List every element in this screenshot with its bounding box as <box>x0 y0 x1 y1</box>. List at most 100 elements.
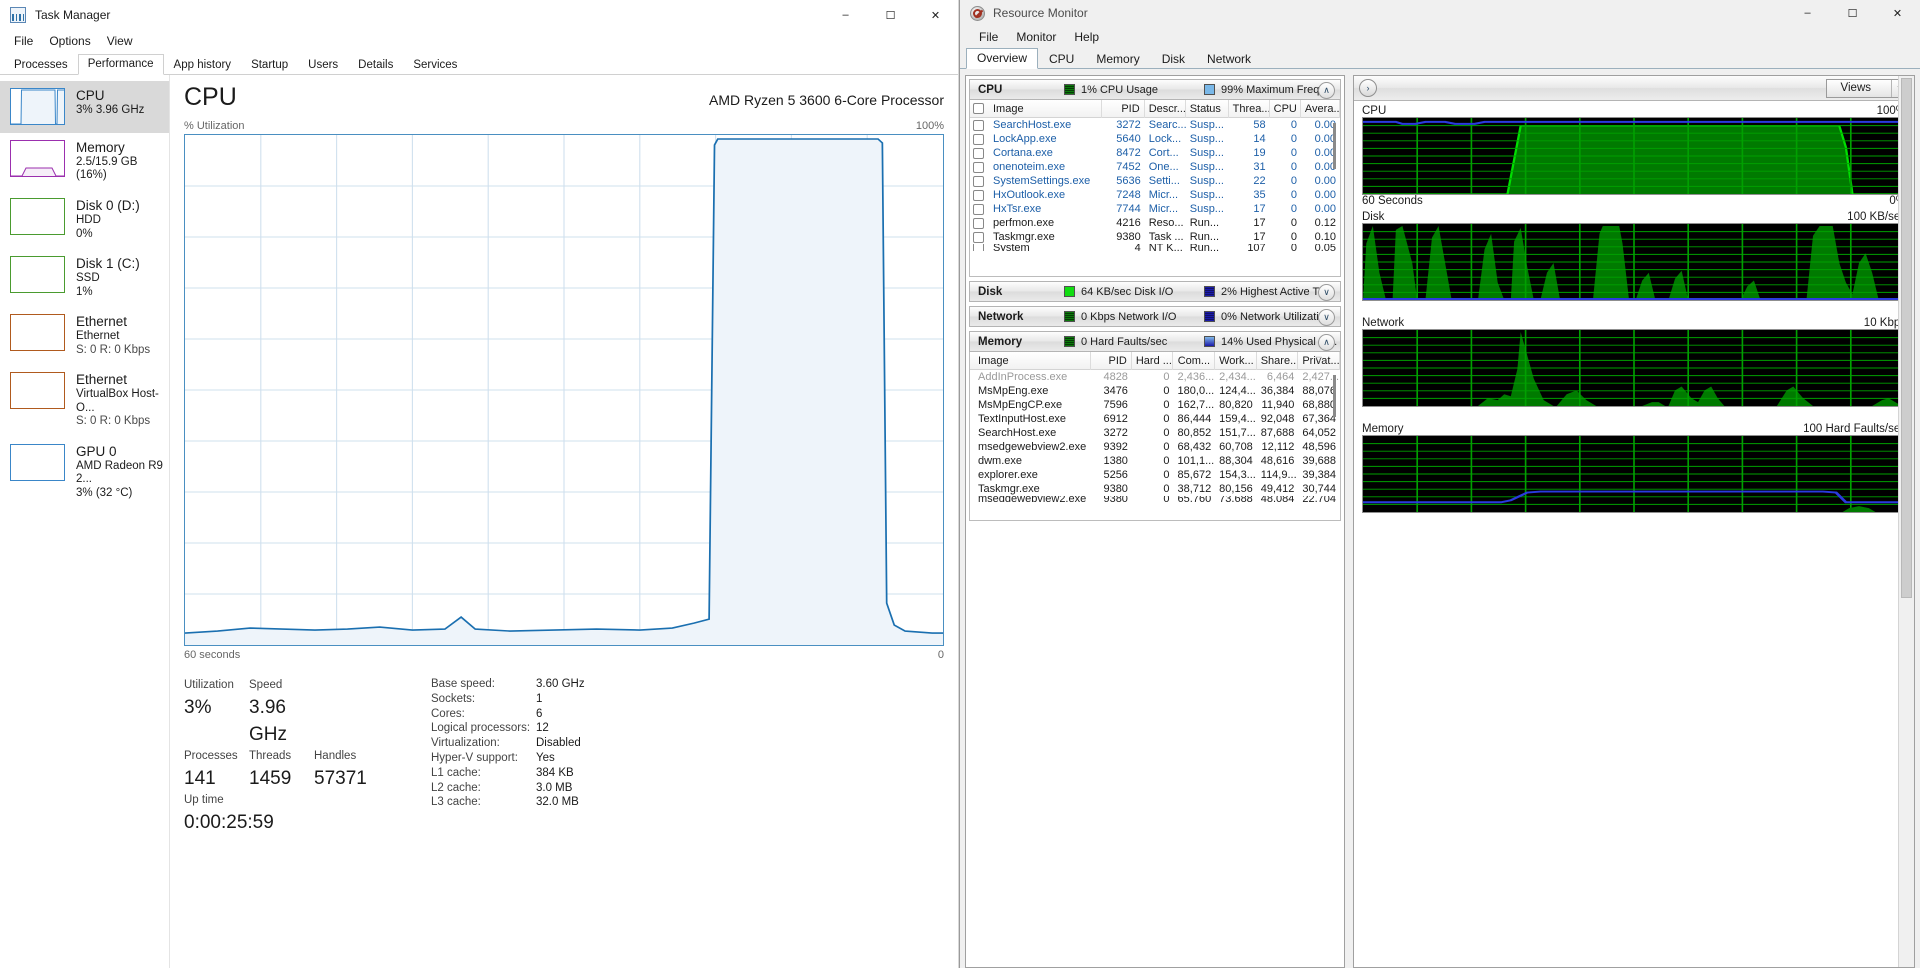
minimize-button[interactable]: – <box>823 0 868 30</box>
cell-status: Susp... <box>1189 189 1224 201</box>
scrollbar-thumb[interactable] <box>1333 375 1336 417</box>
menu-file[interactable]: File <box>970 29 1007 45</box>
cell-cpu: 0 <box>1290 189 1297 201</box>
tab-overview[interactable]: Overview <box>966 48 1039 69</box>
cell-hard-faults: 0 <box>1163 427 1170 439</box>
tab-services[interactable]: Services <box>403 55 467 75</box>
sidebar-item-sub1: VirtualBox Host-O... <box>76 388 159 414</box>
menu-options[interactable]: Options <box>41 32 98 50</box>
table-row[interactable]: explorer.exe 5256 0 85,672 154,3... 114,… <box>970 468 1340 482</box>
tab-processes[interactable]: Processes <box>4 55 78 75</box>
row-checkbox[interactable] <box>973 231 984 243</box>
cpu-specs-list: Base speed: 3.60 GHz Sockets: 1 Cores: 6 Lo… <box>431 677 585 836</box>
table-row[interactable]: perfmon.exe 4216 Reso... Run... 17 0 0.1… <box>970 216 1340 230</box>
table-row[interactable]: onenoteim.exe 7452 One... Susp... 31 0 0… <box>970 160 1340 174</box>
section-network-header[interactable]: Network 0 Kbps Network I/O 0% Network Ut… <box>969 306 1341 327</box>
tab-app-history[interactable]: App history <box>164 55 242 75</box>
table-row[interactable]: LockApp.exe 5640 Lock... Susp... 14 0 0.… <box>970 132 1340 146</box>
tab-network[interactable]: Network <box>1196 49 1262 69</box>
scrollbar-thumb[interactable] <box>1333 123 1336 169</box>
expand-panel-icon[interactable]: › <box>1359 79 1377 97</box>
chevron-down-icon[interactable]: ∨ <box>1318 309 1335 326</box>
menu-file[interactable]: File <box>6 32 41 50</box>
tab-memory[interactable]: Memory <box>1085 49 1150 69</box>
table-row[interactable]: msedgewebview2.exe 9392 0 68,432 60,708 … <box>970 440 1340 454</box>
chevron-up-icon[interactable]: ∧ <box>1318 82 1335 99</box>
row-checkbox[interactable] <box>973 161 984 173</box>
sidebar-item-ethernet-1[interactable]: Ethernet Ethernet S: 0 R: 0 Kbps <box>0 307 169 365</box>
col-pid[interactable]: PID <box>1102 99 1145 118</box>
table-row[interactable]: SearchHost.exe 3272 Searc... Susp... 58 … <box>970 118 1340 132</box>
col-status[interactable]: △ Status <box>1186 99 1229 118</box>
table-row[interactable]: msedgewebview2.exe 9380 0 65,760 73,688 … <box>970 496 1340 502</box>
tab-disk[interactable]: Disk <box>1151 49 1196 69</box>
row-checkbox[interactable] <box>973 133 984 145</box>
sidebar-item-disk-0[interactable]: Disk 0 (D:) HDD 0% <box>0 191 169 249</box>
tab-performance[interactable]: Performance <box>77 54 164 75</box>
table-row[interactable]: MsMpEng.exe 3476 0 180,0... 124,4... 36,… <box>970 384 1340 398</box>
col-hard-faults[interactable]: Hard ... <box>1132 351 1174 370</box>
row-checkbox[interactable] <box>973 147 984 159</box>
col-image[interactable]: Image <box>970 351 1092 370</box>
sidebar-item-sub1: 3% 3.96 GHz <box>76 103 145 116</box>
tab-startup[interactable]: Startup <box>241 55 298 75</box>
col-threads[interactable]: Threa... <box>1229 99 1270 118</box>
cpu-table-scrollbar[interactable] <box>1330 119 1339 274</box>
close-button[interactable]: ✕ <box>1875 0 1920 26</box>
select-all-checkbox[interactable] <box>973 103 984 114</box>
row-checkbox[interactable] <box>973 203 984 215</box>
col-working-set[interactable]: Work... <box>1215 351 1257 370</box>
maximize-button[interactable]: ☐ <box>1830 0 1875 26</box>
row-checkbox[interactable] <box>973 244 984 251</box>
tab-details[interactable]: Details <box>348 55 403 75</box>
row-checkbox[interactable] <box>973 175 984 187</box>
table-row[interactable]: Taskmgr.exe 9380 0 38,712 80,156 49,412 … <box>970 482 1340 496</box>
col-commit[interactable]: Com... <box>1173 351 1216 370</box>
cell-pid: 4 <box>1134 244 1141 251</box>
section-memory-header[interactable]: Memory 0 Hard Faults/sec 14% Used Physic… <box>969 331 1341 352</box>
minimize-button[interactable]: – <box>1785 0 1830 26</box>
views-dropdown[interactable]: Views ▼ <box>1825 78 1909 98</box>
cell-description: Micr... <box>1148 189 1179 201</box>
menu-view[interactable]: View <box>99 32 141 50</box>
section-cpu-header[interactable]: CPU 1% CPU Usage 99% Maximum Frequ... ∧ <box>969 79 1341 100</box>
row-checkbox[interactable] <box>973 119 984 131</box>
table-row[interactable]: HxTsr.exe 7744 Micr... Susp... 17 0 0.00 <box>970 202 1340 216</box>
row-checkbox[interactable] <box>973 189 984 201</box>
table-row[interactable]: SystemSettings.exe 5636 Setti... Susp...… <box>970 174 1340 188</box>
sidebar-item-ethernet-2[interactable]: Ethernet VirtualBox Host-O... S: 0 R: 0 … <box>0 365 169 437</box>
table-row[interactable]: System 4 NT K... Run... 107 0 0.05 <box>970 244 1340 251</box>
col-pid[interactable]: PID <box>1091 351 1132 370</box>
scrollbar-thumb[interactable] <box>1901 78 1912 598</box>
maximize-button[interactable]: ☐ <box>868 0 913 30</box>
tab-cpu[interactable]: CPU <box>1038 49 1085 69</box>
sidebar-item-cpu[interactable]: CPU 3% 3.96 GHz <box>0 81 169 133</box>
col-private[interactable]: ▽ Privat... <box>1298 351 1340 370</box>
graphs-panel-scrollbar[interactable] <box>1898 76 1914 967</box>
row-checkbox[interactable] <box>973 217 984 229</box>
tab-users[interactable]: Users <box>298 55 348 75</box>
chevron-down-icon[interactable]: ∨ <box>1318 284 1335 301</box>
col-shareable[interactable]: Share... <box>1257 351 1299 370</box>
col-description[interactable]: Descr... <box>1145 99 1186 118</box>
col-cpu[interactable]: CPU <box>1270 99 1301 118</box>
sidebar-item-memory[interactable]: Memory 2.5/15.9 GB (16%) <box>0 133 169 191</box>
table-row[interactable]: MsMpEngCP.exe 7596 0 162,7... 80,820 11,… <box>970 398 1340 412</box>
table-row[interactable]: Taskmgr.exe 9380 Task ... Run... 17 0 0.… <box>970 230 1340 244</box>
menu-monitor[interactable]: Monitor <box>1007 29 1065 45</box>
table-row[interactable]: AddInProcess.exe 4828 0 2,436... 2,434..… <box>970 370 1340 384</box>
memory-table-scrollbar[interactable] <box>1330 371 1339 518</box>
col-image[interactable]: Image <box>989 99 1102 118</box>
table-row[interactable]: SearchHost.exe 3272 0 80,852 151,7... 87… <box>970 426 1340 440</box>
table-row[interactable]: dwm.exe 1380 0 101,1... 88,304 48,616 39… <box>970 454 1340 468</box>
section-disk-header[interactable]: Disk 64 KB/sec Disk I/O 2% Highest Activ… <box>969 281 1341 302</box>
menu-help[interactable]: Help <box>1065 29 1108 45</box>
table-row[interactable]: HxOutlook.exe 7248 Micr... Susp... 35 0 … <box>970 188 1340 202</box>
close-button[interactable]: ✕ <box>913 0 958 30</box>
col-average-cpu[interactable]: Avera... <box>1301 99 1340 118</box>
sidebar-item-gpu-0[interactable]: GPU 0 AMD Radeon R9 2... 3% (32 °C) <box>0 437 169 509</box>
table-row[interactable]: Cortana.exe 8472 Cort... Susp... 19 0 0.… <box>970 146 1340 160</box>
chevron-up-icon[interactable]: ∧ <box>1318 334 1335 351</box>
sidebar-item-disk-1[interactable]: Disk 1 (C:) SSD 1% <box>0 249 169 307</box>
table-row[interactable]: TextInputHost.exe 6912 0 86,444 159,4...… <box>970 412 1340 426</box>
